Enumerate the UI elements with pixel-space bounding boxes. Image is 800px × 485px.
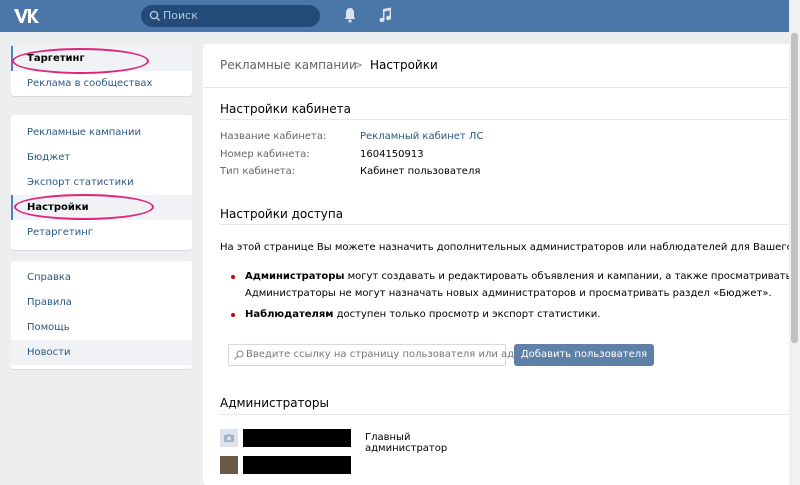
main-panel: Рекламные кампании > Настройки Настройки… — [203, 44, 800, 485]
sidebar-item-community-ads[interactable]: Реклама в сообществах — [11, 71, 192, 96]
cabinet-number-label: Номер кабинета: — [220, 149, 310, 160]
bullet-dot — [231, 313, 235, 317]
scrollbar[interactable] — [789, 0, 800, 485]
bullet-observers: Наблюдателям доступен только просмотр и … — [245, 306, 600, 323]
cabinet-number-value: 1604150913 — [360, 149, 424, 160]
sidebar-group-campaigns: Рекламные кампании Бюджет Экспорт статис… — [11, 115, 192, 250]
add-user-button[interactable]: Добавить пользователя — [514, 344, 654, 366]
bullet-administrators-text: могут создавать и редактировать объявлен… — [347, 271, 800, 282]
bullet-observers-text: доступен только просмотр и экспорт стати… — [333, 309, 601, 320]
sidebar-item-budget[interactable]: Бюджет — [11, 145, 192, 170]
chevron-right-icon: > — [353, 58, 364, 72]
administrators-title: Администраторы — [220, 396, 329, 410]
search-box[interactable]: Поиск — [141, 5, 320, 27]
user-link-placeholder: Введите ссылку на страницу пользователя … — [246, 349, 542, 360]
sidebar-group-main: Таргетинг Реклама в сообществах — [11, 46, 192, 96]
sidebar-item-rules[interactable]: Правила — [11, 290, 192, 315]
scrollbar-thumb[interactable] — [791, 33, 798, 343]
avatar[interactable] — [220, 456, 238, 474]
sidebar-item-news[interactable]: Новости — [11, 340, 192, 365]
search-placeholder: Поиск — [163, 9, 198, 22]
cabinet-type-label: Тип кабинета: — [220, 166, 296, 177]
admin-role: Главный администратор — [365, 432, 448, 454]
cabinet-type-value: Кабинет пользователя — [360, 166, 481, 177]
vk-logo-icon[interactable] — [12, 6, 40, 26]
sidebar-item-reference[interactable]: Справка — [11, 265, 192, 290]
bullet-administrators-bold: Администраторы — [245, 271, 345, 282]
breadcrumb: Рекламные кампании > Настройки — [203, 44, 800, 88]
redacted-name — [243, 429, 351, 447]
cabinet-name-label: Название кабинета: — [220, 131, 327, 142]
bullet-administrators: Администраторы могут создавать и редакти… — [245, 268, 800, 285]
access-description: На этой странице Вы можете назначить доп… — [220, 242, 800, 253]
access-settings-title: Настройки доступа — [220, 207, 344, 221]
top-bar: Поиск — [0, 0, 800, 32]
user-link-input[interactable]: Введите ссылку на страницу пользователя … — [228, 344, 542, 366]
sidebar-item-settings[interactable]: Настройки — [11, 195, 192, 220]
breadcrumb-current: Настройки — [370, 58, 438, 72]
sidebar-group-help: Справка Правила Помощь Новости — [11, 261, 192, 369]
search-icon — [149, 10, 160, 21]
sidebar-item-targeting[interactable]: Таргетинг — [11, 46, 192, 71]
bullet-dot — [231, 275, 235, 279]
divider — [220, 414, 800, 415]
divider — [220, 119, 800, 120]
divider — [220, 224, 800, 225]
sidebar-item-retargeting[interactable]: Ретаргетинг — [11, 220, 192, 245]
camera-avatar-icon[interactable] — [220, 429, 238, 447]
bell-icon[interactable] — [342, 6, 358, 24]
breadcrumb-parent[interactable]: Рекламные кампании — [220, 58, 357, 72]
bullet-observers-bold: Наблюдателям — [245, 309, 334, 320]
cabinet-name-value[interactable]: Рекламный кабинет ЛС — [360, 131, 483, 142]
redacted-name — [243, 456, 351, 474]
sidebar-item-campaigns[interactable]: Рекламные кампании — [11, 120, 192, 145]
cabinet-settings-title: Настройки кабинета — [220, 102, 351, 116]
search-icon — [234, 350, 244, 360]
music-icon[interactable] — [377, 6, 393, 24]
bullet-administrators-line2: Администраторы не могут назначать новых … — [245, 288, 772, 299]
sidebar-item-help[interactable]: Помощь — [11, 315, 192, 340]
sidebar-item-export-stats[interactable]: Экспорт статистики — [11, 170, 192, 195]
